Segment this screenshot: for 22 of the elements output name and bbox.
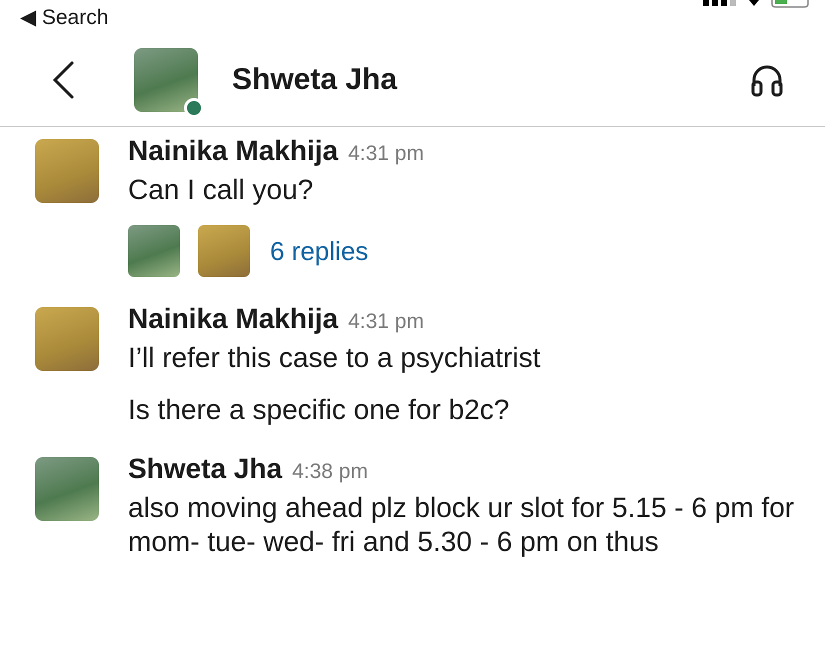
- message-text: I’ll refer this case to a psychiatrist: [128, 341, 540, 375]
- message-time: 4:38 pm: [292, 460, 368, 484]
- avatar-photo: [35, 457, 99, 521]
- avatar-photo: [35, 139, 99, 203]
- avatar-photo: [35, 307, 99, 371]
- author-name[interactable]: Nainika Makhija: [128, 135, 338, 167]
- author-name[interactable]: Nainika Makhija: [128, 303, 338, 335]
- channel-title: Shweta Jha: [232, 63, 398, 97]
- message-text: also moving ahead plz block ur slot for 5.15 - 6 pm for mom- tue- wed- fri and 5.30 - 6 pm on thus: [128, 491, 795, 559]
- message-text: Can I call you?: [128, 173, 314, 207]
- author-name[interactable]: Shweta Jha: [128, 453, 282, 485]
- signal-icon: [703, 0, 737, 8]
- message-time: 4:31 pm: [348, 310, 424, 334]
- message-text: Is there a specific one for b2c?: [128, 393, 510, 427]
- back-to-search-link[interactable]: ◀ Search: [20, 4, 108, 30]
- avatar-photo: [134, 48, 198, 112]
- message-time: 4:31 pm: [348, 142, 424, 166]
- avatar-photo: [128, 225, 180, 277]
- battery-icon: [771, 0, 811, 8]
- thread-replies-link[interactable]: 6 replies: [270, 236, 368, 266]
- avatar-photo: [198, 225, 250, 277]
- back-chevron-icon[interactable]: [50, 60, 76, 100]
